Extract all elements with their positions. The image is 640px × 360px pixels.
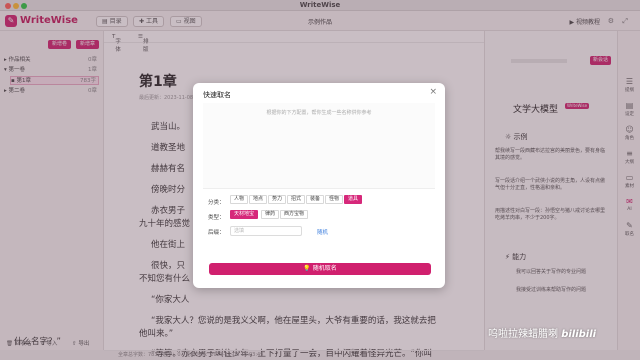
bilibili-logo: bilibili [561, 329, 597, 340]
type-chip-selected[interactable]: 天材地宝 [230, 210, 259, 219]
type-chip[interactable]: 律药 [261, 210, 280, 219]
bulb-icon: 💡 [303, 265, 311, 272]
category-chip[interactable]: 招式 [287, 195, 306, 204]
type-label: 类型： [208, 215, 225, 221]
category-chip[interactable]: 怪物 [325, 195, 344, 204]
watermark-text: 呜啦拉辣蜡腊喇 [488, 329, 558, 340]
suffix-label: 后缀： [208, 230, 225, 236]
suffix-input[interactable]: 选填 [230, 226, 302, 236]
category-chip[interactable]: 装备 [306, 195, 325, 204]
category-chip[interactable]: 人物 [230, 195, 249, 204]
generate-names-label: 随机取名 [312, 265, 337, 272]
result-hint: 根据你的下方配置，帮你生成一些名称供你参考 [266, 110, 372, 116]
dialog-title: 快速取名 [203, 91, 231, 99]
category-chip-selected[interactable]: 道具 [344, 195, 363, 204]
close-icon[interactable]: × [429, 87, 437, 97]
quick-naming-dialog: 快速取名 × 根据你的下方配置，帮你生成一些名称供你参考 分类： 人物 地点 势… [193, 83, 445, 288]
result-area: 根据你的下方配置，帮你生成一些名称供你参考 [203, 103, 435, 189]
category-chip[interactable]: 地点 [249, 195, 268, 204]
generate-names-button[interactable]: 💡 随机取名 [209, 263, 431, 275]
type-chip[interactable]: 西方宝物 [280, 210, 309, 219]
video-watermark: 呜啦拉辣蜡腊喇 bilibili [488, 325, 596, 340]
category-chip[interactable]: 势力 [268, 195, 287, 204]
random-suffix-link[interactable]: 随机 [317, 228, 328, 236]
category-label: 分类： [208, 200, 225, 206]
